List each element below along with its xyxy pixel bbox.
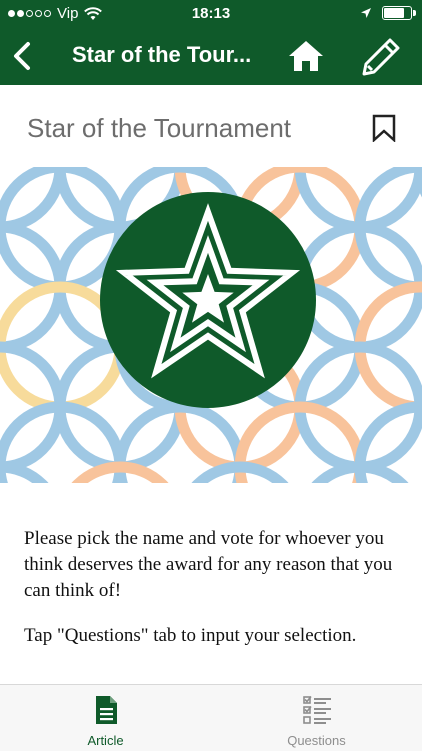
star-badge — [100, 192, 316, 408]
tab-article[interactable]: Article — [0, 685, 211, 751]
bookmark-icon[interactable] — [371, 114, 397, 142]
battery-level — [384, 8, 405, 18]
page-title: Star of the Tournament — [27, 113, 292, 143]
location-arrow-icon — [361, 8, 371, 18]
nav-title: Star of the Tour... — [72, 42, 252, 67]
tab-label: Article — [87, 733, 124, 748]
status-bar: Vip 18:13 — [0, 0, 422, 28]
article-body: Please pick the name and vote for whoeve… — [24, 526, 404, 668]
back-chevron-icon[interactable] — [8, 38, 38, 74]
clock: 18:13 — [191, 5, 231, 22]
navigation-bar: Star of the Tour... — [0, 28, 422, 85]
document-icon — [96, 696, 117, 724]
battery-icon — [382, 6, 416, 20]
tab-questions[interactable]: Questions — [211, 685, 422, 751]
page-header: Star of the Tournament — [0, 85, 422, 165]
home-icon[interactable] — [286, 38, 326, 74]
tab-label: Questions — [287, 733, 346, 748]
article-paragraph: Please pick the name and vote for whoeve… — [24, 528, 393, 601]
checklist-icon — [303, 696, 331, 724]
article-paragraph: Tap "Questions" tab to input your select… — [24, 625, 357, 646]
tab-bar: Article Questions — [0, 684, 422, 751]
pencil-icon[interactable] — [360, 36, 402, 78]
